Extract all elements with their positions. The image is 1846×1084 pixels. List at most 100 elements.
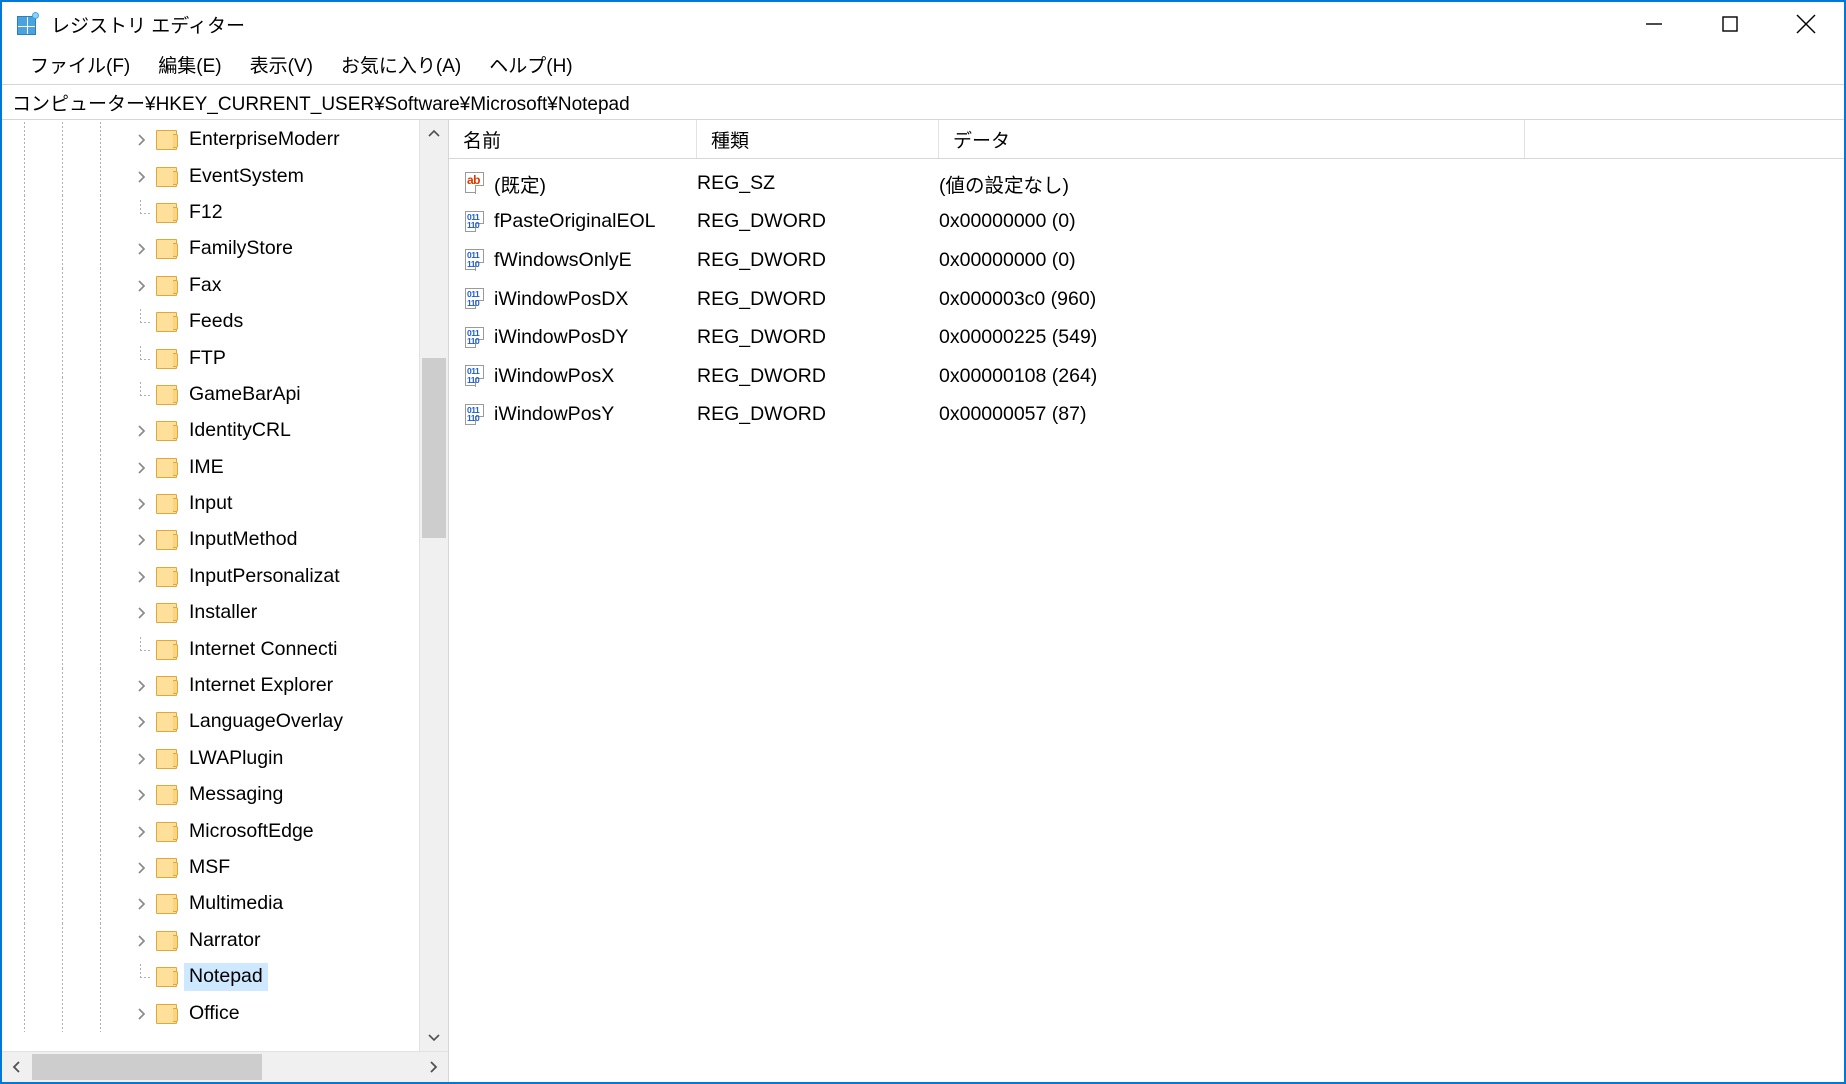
tree-expand-chevron-icon[interactable] (128, 709, 154, 735)
value-row[interactable]: 011 110 iWindowPosX REG_DWORD 0x00000108 (26… (449, 357, 1844, 396)
value-row[interactable]: 011 110 fWindowsOnlyE REG_DWORD 0x00000000 (… (449, 241, 1844, 280)
value-name: iWindowPosDX (494, 287, 629, 310)
value-data: 0x000003c0 (960) (939, 287, 1097, 310)
folder-icon (154, 602, 180, 624)
value-data: 0x00000000 (0) (939, 210, 1076, 233)
tree-item-multimedia[interactable]: Multimedia (2, 886, 419, 923)
tree-expand-chevron-icon[interactable] (128, 600, 154, 626)
tree-item-office[interactable]: Office (2, 995, 419, 1032)
menu-view[interactable]: 表示(V) (236, 48, 327, 83)
value-type-cell: REG_SZ (697, 172, 939, 195)
main-content: EnterpriseModerr EventSystem F12 FamilyStor… (2, 120, 1844, 1082)
tree-item-inputpersonalizat[interactable]: InputPersonalizat (2, 558, 419, 596)
tree-expand-chevron-icon[interactable] (128, 236, 154, 262)
tree-expand-chevron-icon[interactable] (128, 782, 154, 808)
scroll-left-button[interactable] (2, 1052, 32, 1082)
value-name: iWindowPosY (494, 403, 615, 426)
title-bar: レジストリ エディター (2, 2, 1844, 46)
tree-item-lwaplugin[interactable]: LWAPlugin (2, 740, 419, 778)
scroll-right-button[interactable] (418, 1052, 448, 1082)
value-row[interactable]: ab (既定) REG_SZ (値の設定なし) (449, 164, 1844, 203)
tree-item-label: EventSystem (189, 164, 304, 187)
menu-file[interactable]: ファイル(F) (16, 48, 144, 83)
tree-expand-chevron-icon[interactable] (128, 455, 154, 481)
tree-item-notepad[interactable]: Notepad (2, 958, 419, 996)
tree-expand-chevron-icon[interactable] (128, 891, 154, 917)
tree-item-label: Multimedia (189, 892, 284, 915)
column-header-type[interactable]: 種類 (697, 120, 939, 158)
tree-item-eventsystem[interactable]: EventSystem (2, 158, 419, 195)
tree-item-feeds[interactable]: Feeds (2, 303, 419, 341)
scroll-down-button[interactable] (420, 1023, 448, 1051)
tree-expand-chevron-icon[interactable] (128, 673, 154, 699)
tree-expand-chevron-icon[interactable] (128, 527, 154, 553)
chevron-right-icon (138, 134, 146, 146)
value-data-cell: 0x00000108 (264) (939, 365, 1844, 388)
value-row[interactable]: 011 110 fPasteOriginalEOL REG_DWORD 0x000000… (449, 203, 1844, 242)
tree-item-narrator[interactable]: Narrator (2, 922, 419, 959)
tree-item-internet-explorer[interactable]: Internet Explorer (2, 667, 419, 705)
dword-value-icon: 011 110 (463, 326, 487, 350)
tree-hscroll-thumb[interactable] (32, 1054, 262, 1080)
tree-expand-chevron-icon[interactable] (128, 273, 154, 299)
tree-horizontal-scrollbar[interactable] (2, 1051, 448, 1082)
folder-icon (154, 202, 180, 224)
tree-item-ftp[interactable]: FTP (2, 340, 419, 377)
tree-item-label: EnterpriseModerr (189, 128, 340, 151)
tree-item-fax[interactable]: Fax (2, 267, 419, 304)
value-row[interactable]: 011 110 iWindowPosDX REG_DWORD 0x000003c0 (9… (449, 280, 1844, 319)
tree-expand-chevron-icon[interactable] (128, 746, 154, 772)
column-header-name[interactable]: 名前 (449, 120, 697, 158)
tree-item-languageoverlay[interactable]: LanguageOverlay (2, 704, 419, 741)
registry-tree-pane: EnterpriseModerr EventSystem F12 FamilyStor… (2, 120, 449, 1082)
tree-scroll-track[interactable] (420, 148, 448, 1023)
tree-expand-chevron-icon[interactable] (128, 164, 154, 190)
tree-expand-chevron-icon[interactable] (128, 819, 154, 845)
tree-item-identitycrl[interactable]: IdentityCRL (2, 413, 419, 450)
menu-help[interactable]: ヘルプ(H) (475, 48, 586, 83)
tree-expand-chevron-icon[interactable] (128, 564, 154, 590)
close-button[interactable] (1768, 2, 1844, 46)
tree-item-microsoftedge[interactable]: MicrosoftEdge (2, 813, 419, 850)
tree-item-messaging[interactable]: Messaging (2, 777, 419, 814)
tree-item-familystore[interactable]: FamilyStore (2, 231, 419, 268)
tree-item-enterprisemoderr[interactable]: EnterpriseModerr (2, 122, 419, 159)
tree-expand-chevron-icon[interactable] (128, 1001, 154, 1027)
value-row[interactable]: 011 110 iWindowPosDY REG_DWORD 0x00000225 (5… (449, 318, 1844, 357)
value-name-cell: 011 110 fWindowsOnlyE (449, 248, 697, 272)
tree-expand-chevron-icon[interactable] (128, 127, 154, 153)
value-row[interactable]: 011 110 iWindowPosY REG_DWORD 0x00000057 (87… (449, 396, 1844, 435)
value-data-cell: 0x00000000 (0) (939, 249, 1844, 272)
tree-item-label: LanguageOverlay (189, 710, 343, 733)
column-header-filler (1525, 120, 1844, 158)
menu-edit[interactable]: 編集(E) (144, 48, 235, 83)
tree-scroll-thumb[interactable] (422, 358, 446, 538)
value-type: REG_SZ (697, 171, 776, 194)
address-bar[interactable]: コンピューター¥HKEY_CURRENT_USER¥Software¥Micro… (2, 84, 1844, 120)
tree-expand-chevron-icon[interactable] (128, 928, 154, 954)
menu-favorites[interactable]: お気に入り(A) (327, 48, 475, 83)
folder-icon (154, 493, 180, 515)
tree-item-gamebarapi[interactable]: GameBarApi (2, 376, 419, 414)
chevron-left-icon (12, 1061, 20, 1073)
tree-item-label: IdentityCRL (189, 419, 291, 442)
tree-expand-chevron-icon[interactable] (128, 855, 154, 881)
tree-item-input[interactable]: Input (2, 485, 419, 523)
tree-item-inputmethod[interactable]: InputMethod (2, 522, 419, 559)
maximize-button[interactable] (1692, 2, 1768, 46)
column-header-data[interactable]: データ (939, 120, 1525, 158)
menu-bar: ファイル(F) 編集(E) 表示(V) お気に入り(A) ヘルプ(H) (2, 46, 1844, 84)
tree-item-ime[interactable]: IME (2, 449, 419, 486)
value-type-cell: REG_DWORD (697, 210, 939, 233)
tree-vertical-scrollbar[interactable] (419, 120, 448, 1051)
scroll-up-button[interactable] (420, 120, 448, 148)
tree-item-internet-connecti[interactable]: Internet Connecti (2, 631, 419, 668)
tree-expand-chevron-icon[interactable] (128, 418, 154, 444)
title-bar-left: レジストリ エディター (2, 11, 245, 38)
tree-hscroll-track[interactable] (32, 1052, 418, 1082)
tree-item-f12[interactable]: F12 (2, 194, 419, 232)
minimize-button[interactable] (1616, 2, 1692, 46)
tree-expand-chevron-icon[interactable] (128, 491, 154, 517)
tree-item-installer[interactable]: Installer (2, 595, 419, 632)
tree-item-msf[interactable]: MSF (2, 849, 419, 887)
